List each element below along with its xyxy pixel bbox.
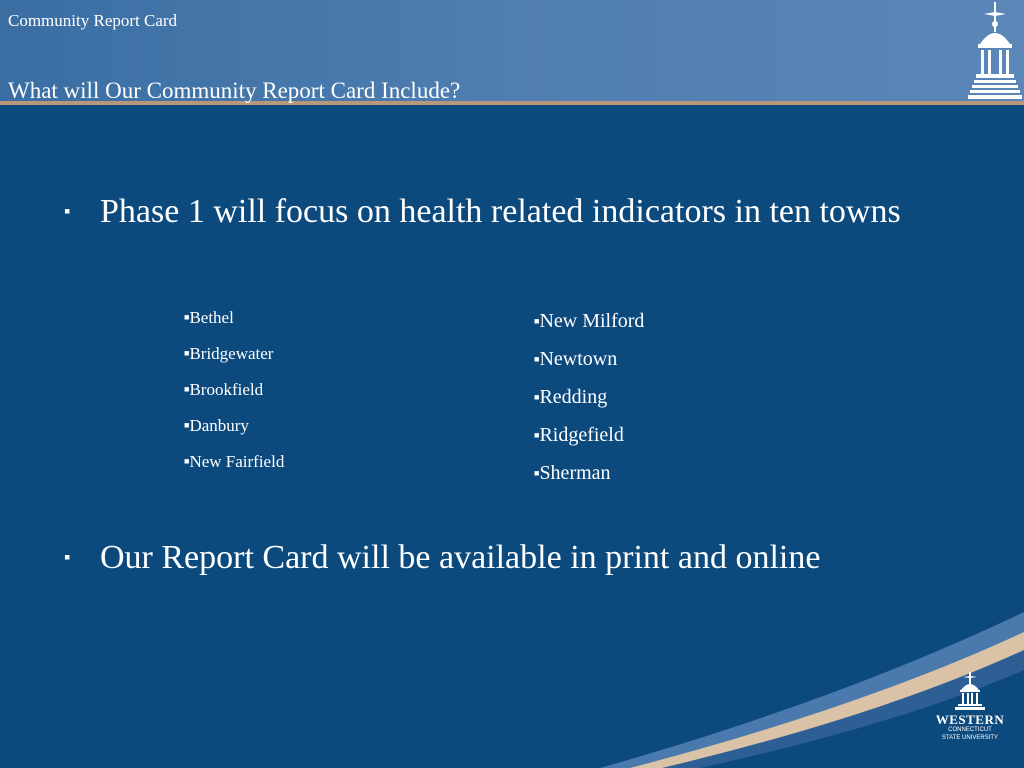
- list-item: ■Bridgewater: [184, 344, 274, 363]
- slide-title: What will Our Community Report Card Incl…: [8, 78, 461, 103]
- presentation-title: Community Report Card: [8, 11, 178, 30]
- list-item: ■Newtown: [534, 348, 618, 370]
- list-item: ■Brookfield: [184, 380, 264, 399]
- bullet-text: Our Report Card will be available in pri…: [100, 539, 821, 576]
- town-list-left: ■Bethel ■Bridgewater ■Brookfield ■Danbur…: [184, 306, 284, 486]
- corner-swoosh: [600, 612, 1024, 768]
- list-item: ■Sherman: [534, 462, 611, 484]
- logo-subtitle-1: CONNECTICUT: [948, 727, 992, 733]
- bullet-marker: ▪: [64, 201, 71, 221]
- bullet-text: Phase 1 will focus on health related ind…: [100, 193, 901, 230]
- list-item: ■Bethel: [184, 308, 234, 327]
- list-item: ■New Milford: [534, 310, 645, 332]
- list-item: ■Redding: [534, 386, 608, 408]
- town-list-right: ■New Milford ■Newtown ■Redding ■Ridgefie…: [534, 309, 644, 499]
- list-item: ■Danbury: [184, 416, 249, 435]
- logo-wordmark: WESTERN: [935, 712, 1005, 727]
- bullet-marker: ▪: [64, 547, 71, 567]
- university-logo: WESTERN CONNECTICUT STATE UNIVERSITY: [934, 672, 1006, 748]
- cupola-small-icon: [955, 672, 985, 710]
- list-item: ■New Fairfield: [184, 452, 285, 471]
- logo-subtitle-2: STATE UNIVERSITY: [941, 735, 999, 741]
- list-item: ■Ridgefield: [534, 424, 624, 446]
- cupola-logo-icon: [968, 2, 1022, 99]
